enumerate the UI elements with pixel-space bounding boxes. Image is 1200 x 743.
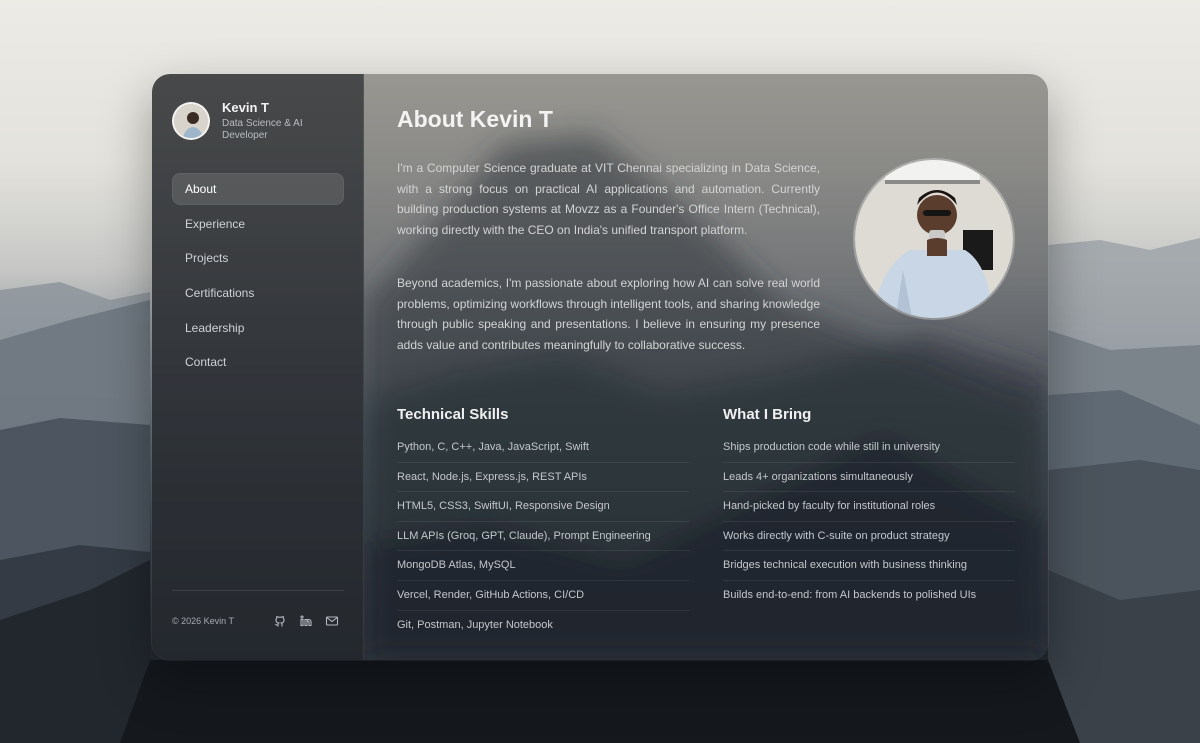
list-item: Ships production code while still in uni… <box>723 433 1015 463</box>
main-content: About Kevin T I'm a Computer Science gra… <box>364 74 1048 660</box>
profile-role: Data Science & AI Developer <box>222 118 303 141</box>
list-item: Python, C, C++, Java, JavaScript, Swift <box>397 433 689 463</box>
list-item: Hand-picked by faculty for institutional… <box>723 492 1015 522</box>
list-item: Vercel, Render, GitHub Actions, CI/CD <box>397 581 689 611</box>
sidebar-nav: About Experience Projects Certifications… <box>172 173 344 381</box>
about-paragraph-2: Beyond academics, I'm passionate about e… <box>397 276 820 352</box>
portfolio-window: Kevin T Data Science & AI Developer Abou… <box>152 74 1048 660</box>
profile-card: Kevin T Data Science & AI Developer <box>172 100 322 142</box>
nav-item-certifications[interactable]: Certifications <box>172 277 344 309</box>
sidebar-divider <box>172 590 344 591</box>
list-item: Works directly with C-suite on product s… <box>723 522 1015 552</box>
social-links <box>273 614 351 628</box>
about-paragraph-1: I'm a Computer Science graduate at VIT C… <box>397 161 820 237</box>
list-item: Leads 4+ organizations simultaneously <box>723 463 1015 493</box>
copyright-text: © 2026 Kevin T <box>172 616 235 626</box>
list-item: Git, Postman, Jupyter Notebook <box>397 618 553 631</box>
list-item: MongoDB Atlas, MySQL <box>397 551 689 581</box>
list-item: Bridges technical execution with busines… <box>723 551 1015 581</box>
what-i-bring-heading: What I Bring <box>723 406 812 423</box>
list-item: React, Node.js, Express.js, REST APIs <box>397 463 689 493</box>
linkedin-icon[interactable] <box>299 614 313 628</box>
list-item: HTML5, CSS3, SwiftUI, Responsive Design <box>397 492 689 522</box>
nav-item-about[interactable]: About <box>172 173 344 205</box>
mail-icon[interactable] <box>325 614 339 628</box>
avatar <box>172 102 210 140</box>
list-item: Builds end-to-end: from AI backends to p… <box>723 588 977 601</box>
technical-skills-list: Python, C, C++, Java, JavaScript, Swift … <box>397 433 689 640</box>
what-i-bring-list: Ships production code while still in uni… <box>723 433 1015 611</box>
profile-name: Kevin T <box>222 100 269 115</box>
github-icon[interactable] <box>273 614 287 628</box>
list-item: LLM APIs (Groq, GPT, Claude), Prompt Eng… <box>397 522 689 552</box>
technical-skills-heading: Technical Skills <box>397 406 509 423</box>
page-title: About Kevin T <box>397 106 553 132</box>
profile-photo <box>853 158 1015 320</box>
nav-item-leadership[interactable]: Leadership <box>172 312 344 344</box>
nav-item-projects[interactable]: Projects <box>172 242 344 274</box>
sidebar: Kevin T Data Science & AI Developer Abou… <box>152 74 364 660</box>
nav-item-contact[interactable]: Contact <box>172 346 344 378</box>
nav-item-experience[interactable]: Experience <box>172 208 344 240</box>
